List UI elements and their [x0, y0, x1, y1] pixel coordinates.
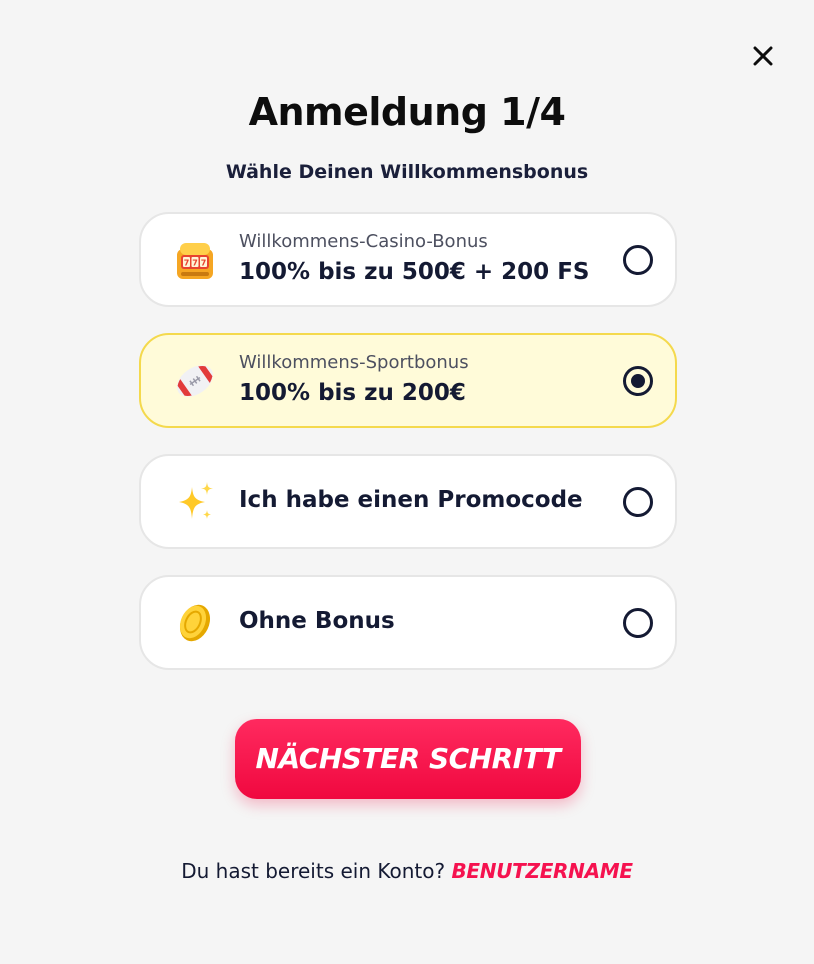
option-sport-value: 100% bis zu 200€	[239, 380, 466, 406]
radio-promocode[interactable]	[623, 487, 653, 517]
option-promocode-label: Ich habe einen Promocode	[239, 487, 583, 513]
option-casino-value: 100% bis zu 500€ + 200 FS	[239, 259, 590, 285]
close-icon	[753, 46, 773, 66]
registration-modal: Anmeldung 1/4 Wähle Deinen Willkommensbo…	[0, 0, 814, 964]
coin-icon	[172, 600, 218, 646]
option-promocode[interactable]: Ich habe einen Promocode	[139, 454, 677, 549]
login-prompt-text: Du hast bereits ein Konto?	[181, 859, 446, 883]
page-subtitle: Wähle Deinen Willkommensbonus	[225, 161, 589, 183]
radio-sport-bonus[interactable]	[623, 366, 653, 396]
login-link[interactable]: BENUTZERNAME	[451, 859, 633, 883]
close-button[interactable]	[748, 41, 778, 71]
page-title: Anmeldung 1/4	[248, 90, 566, 134]
sparkles-icon	[172, 479, 218, 525]
option-casino-bonus[interactable]: 7 7 7 Willkommens-Casino-Bonus 100% bis …	[139, 212, 677, 307]
option-sport-label: Willkommens-Sportbonus	[239, 352, 469, 373]
radio-no-bonus[interactable]	[623, 608, 653, 638]
next-step-button[interactable]: NÄCHSTER SCHRITT	[235, 719, 581, 799]
option-no-bonus-label: Ohne Bonus	[239, 608, 395, 634]
radio-selected-dot	[631, 374, 645, 388]
radio-casino-bonus[interactable]	[623, 245, 653, 275]
login-prompt-row: Du hast bereits ein Konto? BENUTZERNAME	[0, 859, 814, 883]
svg-text:7: 7	[192, 259, 198, 268]
option-sport-bonus[interactable]: Willkommens-Sportbonus 100% bis zu 200€	[139, 333, 677, 428]
option-no-bonus[interactable]: Ohne Bonus	[139, 575, 677, 670]
option-casino-label: Willkommens-Casino-Bonus	[239, 231, 488, 252]
svg-text:7: 7	[201, 259, 207, 268]
football-icon	[172, 358, 218, 404]
svg-text:7: 7	[184, 259, 190, 268]
slot-machine-icon: 7 7 7	[172, 237, 218, 283]
